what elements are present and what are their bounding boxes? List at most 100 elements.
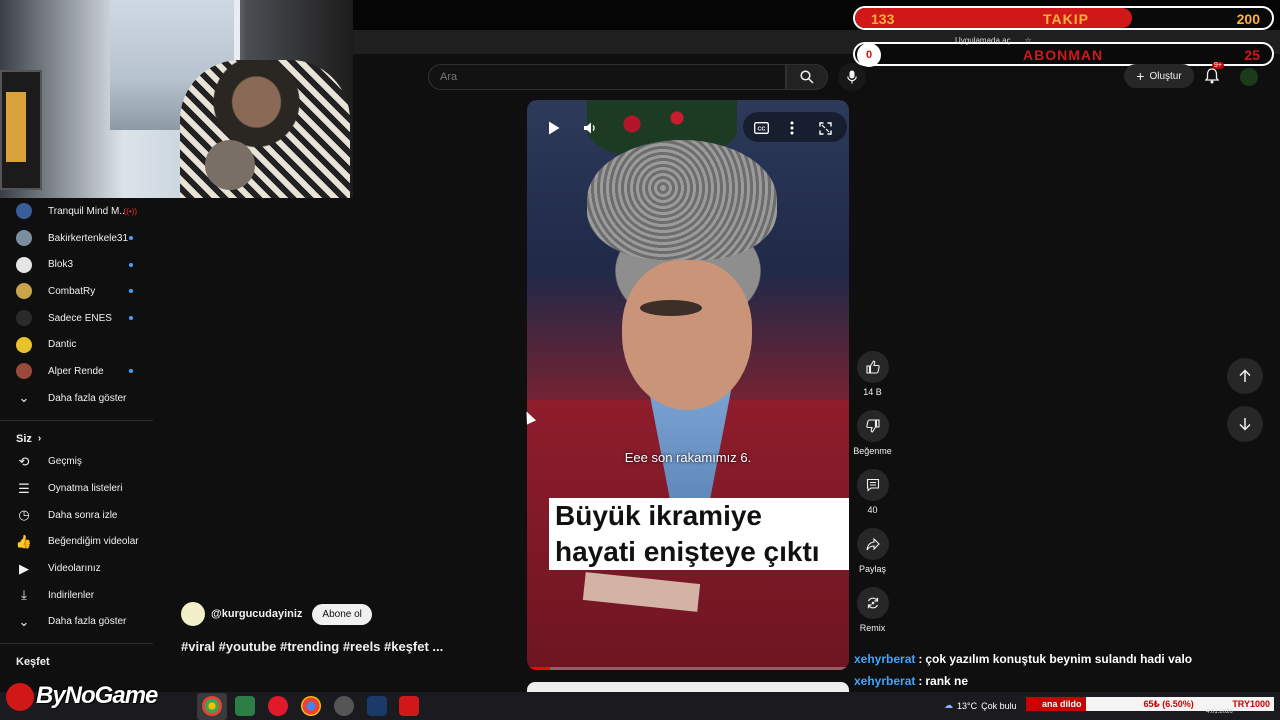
remix-button[interactable]: Remix	[855, 587, 890, 633]
sidebar-subscription-item[interactable]: Sadece ENES	[0, 305, 153, 332]
sidebar-subscription-item[interactable]: CombatRy	[0, 278, 153, 305]
share-button[interactable]: Paylaş	[855, 528, 890, 574]
chevron-down-icon: ⌄	[18, 390, 30, 406]
comments-button[interactable]: 40	[855, 469, 890, 515]
donation-ticker: ana dildo 65₺ (6.50%) TRY1000	[1026, 697, 1274, 711]
video-wig	[587, 140, 777, 260]
sidebar-item-your-videos[interactable]: ▶ Videolarınız	[0, 555, 153, 582]
remix-label: Remix	[859, 623, 886, 633]
sidebar-item-watch-later[interactable]: ◷ Daha sonra izle	[0, 502, 153, 529]
sidebar-subscription-item[interactable]: Tranquil Mind M... ((•))	[0, 198, 153, 225]
ticker-currency: TRY1000	[1232, 699, 1270, 709]
previous-short-button[interactable]	[1227, 358, 1263, 394]
channel-handle[interactable]: @kurgucudayiniz	[211, 608, 302, 620]
store-icon[interactable]	[235, 696, 255, 716]
caption-line-1: Büyük ikramiye	[555, 500, 762, 531]
microphone-icon	[847, 70, 857, 84]
subscription-label: Blok3	[48, 259, 74, 271]
dislike-button[interactable]: Beğenme	[853, 410, 892, 456]
chat-username: xehyrberat	[854, 652, 916, 666]
sidebar-item-playlists[interactable]: ☰ Oynatma listeleri	[0, 475, 153, 502]
video-progress-bar[interactable]	[527, 667, 849, 670]
opera-icon[interactable]	[268, 696, 288, 716]
logo-text: ByNoGame	[36, 682, 158, 709]
chat-message: xehyrberat: çok yazılım konuştuk beynim s…	[854, 648, 1192, 670]
subscription-label: Bakirkertenkele31	[48, 232, 129, 244]
channel-avatar	[16, 283, 32, 300]
app-icon[interactable]	[399, 696, 419, 716]
volume-icon	[584, 122, 595, 134]
ticker-name: ana dildo	[1026, 697, 1086, 711]
you-list: ⟲ Geçmiş ☰ Oynatma listeleri ◷ Daha sonra izl…	[0, 449, 153, 609]
bell-icon	[1205, 68, 1219, 84]
next-short-preview[interactable]	[527, 682, 849, 692]
liked-icon: 👍	[15, 533, 33, 549]
captions-icon: CC	[753, 122, 769, 134]
sidebar-subscription-item[interactable]: Dantic	[0, 331, 153, 358]
account-avatar[interactable]	[1240, 68, 1258, 86]
show-more-subscriptions[interactable]: ⌄ Daha fazla göster	[0, 385, 153, 412]
search-box[interactable]	[428, 64, 786, 90]
channel-avatar	[16, 310, 32, 327]
chat-text: rank ne	[925, 674, 969, 688]
more-options-button[interactable]	[783, 118, 801, 138]
channel-avatar[interactable]	[181, 602, 205, 626]
ticker-price: 65₺ (6.50%)	[1143, 698, 1194, 709]
sidebar-item-label: İndirilenler	[48, 589, 95, 601]
sidebar-subscription-item[interactable]: Blok3	[0, 251, 153, 278]
video-hashtags[interactable]: #viral #youtube #trending #reels #keşfet…	[181, 639, 443, 654]
obs-icon[interactable]	[334, 696, 354, 716]
downloads-icon: ⤓	[21, 587, 27, 603]
show-more-you[interactable]: ⌄ Daha fazla göster	[0, 609, 153, 636]
sidebar: Tranquil Mind M... ((•)) Bakirkertenkele31…	[0, 198, 153, 688]
sidebar-item-liked[interactable]: 👍 Beğendiğim videolar	[0, 529, 153, 556]
search-input[interactable]	[429, 65, 785, 89]
like-button[interactable]: 14 B	[855, 351, 890, 397]
open-in-app-link[interactable]: Uygulamada aç	[955, 36, 1011, 45]
next-short-button[interactable]	[1227, 406, 1263, 442]
abonman-goal-bar: ABONMAN 25	[853, 42, 1274, 66]
volume-button[interactable]	[579, 118, 601, 138]
webcam-cat	[205, 140, 255, 190]
chrome-icon[interactable]	[202, 696, 222, 716]
abonman-current: 0	[857, 43, 881, 67]
play-button[interactable]	[543, 118, 565, 138]
new-content-dot	[129, 289, 133, 294]
takip-goal-bar: 133 TAKIP 200	[853, 6, 1274, 30]
subscription-label: CombatRy	[48, 285, 96, 297]
weather-widget[interactable]: ☁ 13°C Çok bulu	[944, 700, 1017, 711]
channel-avatar	[16, 203, 32, 220]
create-label: Oluştur	[1149, 70, 1182, 82]
fullscreen-button[interactable]	[815, 118, 835, 138]
steam-icon[interactable]	[367, 696, 387, 716]
fullscreen-icon	[818, 121, 832, 135]
play-icon	[549, 121, 560, 135]
subscribe-button[interactable]: Abone ol	[312, 603, 372, 625]
create-button[interactable]: + Oluştur	[1124, 64, 1194, 88]
show-more-label: Daha fazla göster	[48, 392, 127, 404]
subscription-label: Tranquil Mind M...	[48, 205, 124, 217]
sidebar-item-downloads[interactable]: ⤓ İndirilenler	[0, 582, 153, 609]
channel-avatar	[16, 336, 32, 353]
search-button[interactable]	[786, 64, 828, 90]
plus-icon: +	[1136, 68, 1145, 84]
bookmark-star-icon[interactable]: ☆	[1025, 36, 1032, 45]
explore-section-title[interactable]: Keşfet	[0, 652, 153, 672]
share-label: Paylaş	[858, 564, 886, 574]
sidebar-item-label: Videolarınız	[48, 563, 101, 575]
sidebar-subscription-item[interactable]: Alper Rende	[0, 358, 153, 385]
sidebar-subscription-item[interactable]: Bakirkertenkele31	[0, 225, 153, 252]
short-video-player[interactable]: CC Eee son rakamımız 6. Büyük ikramiye h…	[527, 100, 849, 670]
thumbs-down-icon	[856, 410, 889, 442]
sidebar-item-history[interactable]: ⟲ Geçmiş	[0, 449, 153, 476]
voice-search-button[interactable]	[838, 63, 866, 91]
webcam-overlay	[0, 0, 353, 198]
playlists-icon: ☰	[18, 480, 30, 496]
takip-goal: 200	[1236, 11, 1260, 27]
captions-button[interactable]: CC	[751, 118, 771, 138]
notifications-button[interactable]: 9+	[1202, 62, 1224, 86]
chrome-secondary-icon[interactable]	[301, 696, 321, 716]
webcam-streamer	[180, 60, 350, 198]
chat-username: xehyrberat	[854, 674, 916, 688]
you-section-title[interactable]: Siz ›	[0, 429, 153, 449]
